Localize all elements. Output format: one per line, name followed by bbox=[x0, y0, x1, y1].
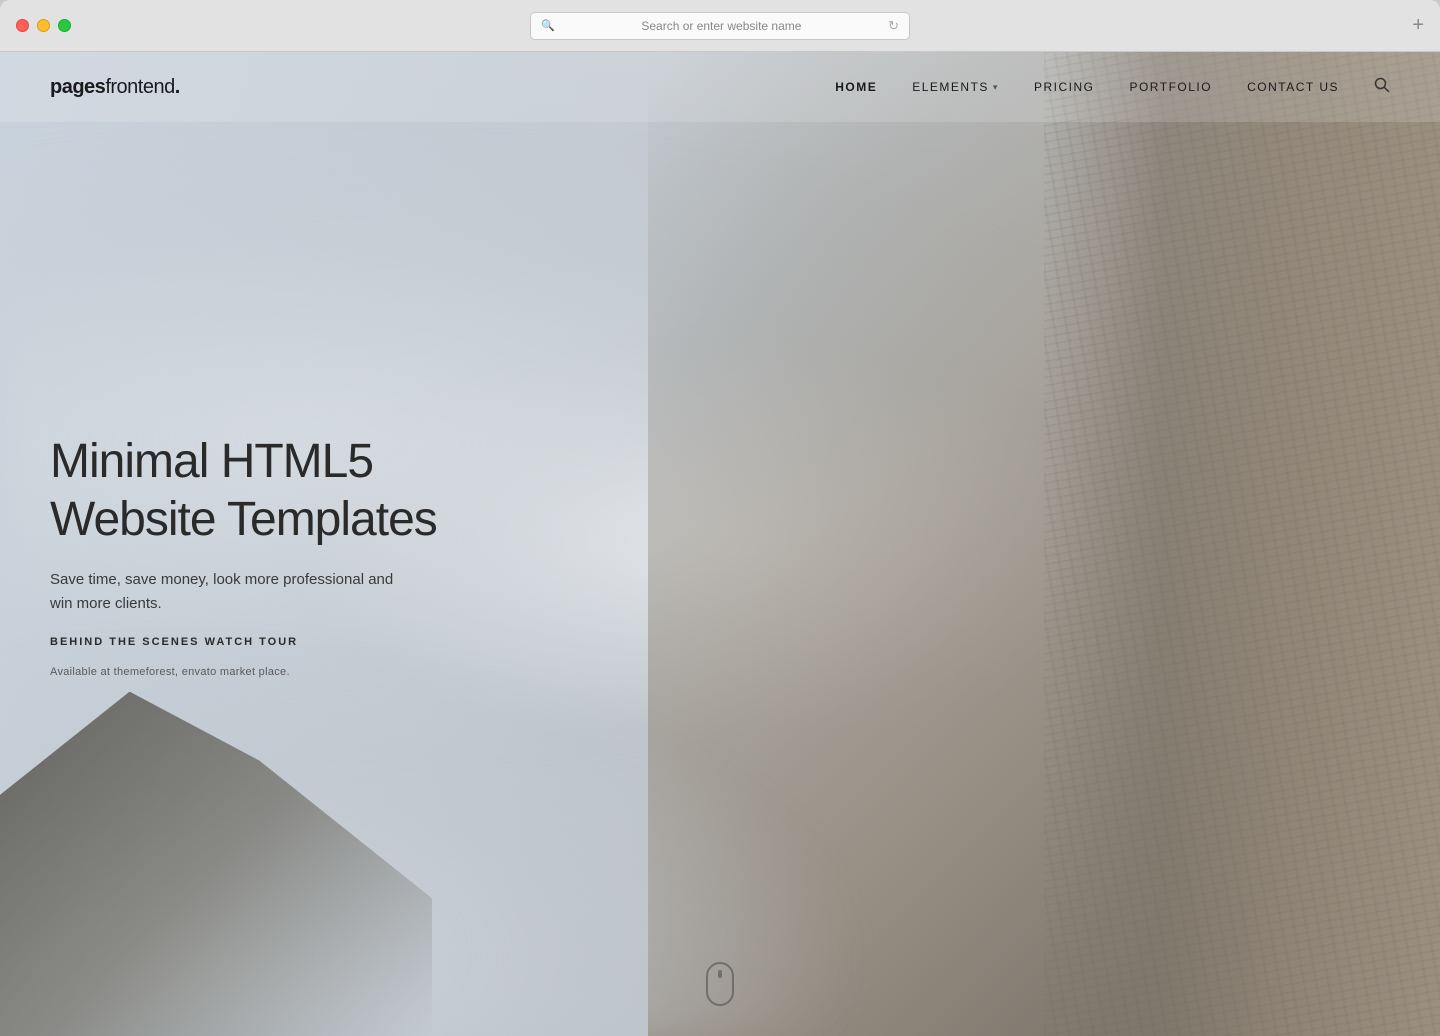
rock-texture bbox=[1044, 52, 1440, 1036]
navbar: pages frontend . HOME ELEMENTS ▾ PRICING… bbox=[0, 52, 1440, 122]
hero-content: Minimal HTML5 Website Templates Save tim… bbox=[50, 433, 530, 680]
nav-item-home[interactable]: HOME bbox=[835, 80, 877, 94]
chevron-down-icon: ▾ bbox=[993, 82, 999, 93]
address-bar[interactable]: 🔍 Search or enter website name ↻ bbox=[530, 12, 910, 40]
website-viewport: pages frontend . HOME ELEMENTS ▾ PRICING… bbox=[0, 52, 1440, 1036]
close-button[interactable] bbox=[16, 19, 29, 32]
refresh-icon[interactable]: ↻ bbox=[888, 18, 899, 34]
search-icon: 🔍 bbox=[541, 19, 555, 32]
logo-frontend: frontend bbox=[105, 76, 174, 99]
new-tab-button[interactable]: + bbox=[1412, 14, 1424, 37]
maximize-button[interactable] bbox=[58, 19, 71, 32]
address-bar-container: 🔍 Search or enter website name ↻ bbox=[530, 12, 910, 40]
hero-subtitle: Save time, save money, look more profess… bbox=[50, 568, 410, 616]
traffic-lights bbox=[16, 19, 71, 32]
logo-dot: . bbox=[175, 76, 181, 99]
hero-title: Minimal HTML5 Website Templates bbox=[50, 433, 530, 548]
scroll-dot bbox=[718, 970, 722, 978]
title-bar: 🔍 Search or enter website name ↻ + bbox=[0, 0, 1440, 52]
hero-cta-button[interactable]: BEHIND THE SCENES WATCH TOUR bbox=[50, 636, 530, 648]
nav-item-portfolio[interactable]: PORTFOLIO bbox=[1129, 80, 1212, 94]
nav-item-elements[interactable]: ELEMENTS ▾ bbox=[912, 80, 999, 94]
logo[interactable]: pages frontend . bbox=[50, 76, 180, 99]
nav-item-contact[interactable]: CONTACT US bbox=[1247, 80, 1339, 94]
search-icon bbox=[1374, 77, 1390, 98]
scroll-mouse bbox=[706, 962, 734, 1006]
logo-pages: pages bbox=[50, 76, 105, 99]
nav-search-button[interactable] bbox=[1374, 77, 1390, 98]
address-bar-text: Search or enter website name bbox=[561, 19, 882, 33]
nav-menu: HOME ELEMENTS ▾ PRICING PORTFOLIO CONTAC… bbox=[835, 77, 1390, 98]
nav-item-pricing[interactable]: PRICING bbox=[1034, 80, 1095, 94]
scroll-indicator bbox=[706, 962, 734, 1006]
minimize-button[interactable] bbox=[37, 19, 50, 32]
hero-note: Available at themeforest, envato market … bbox=[50, 666, 290, 678]
